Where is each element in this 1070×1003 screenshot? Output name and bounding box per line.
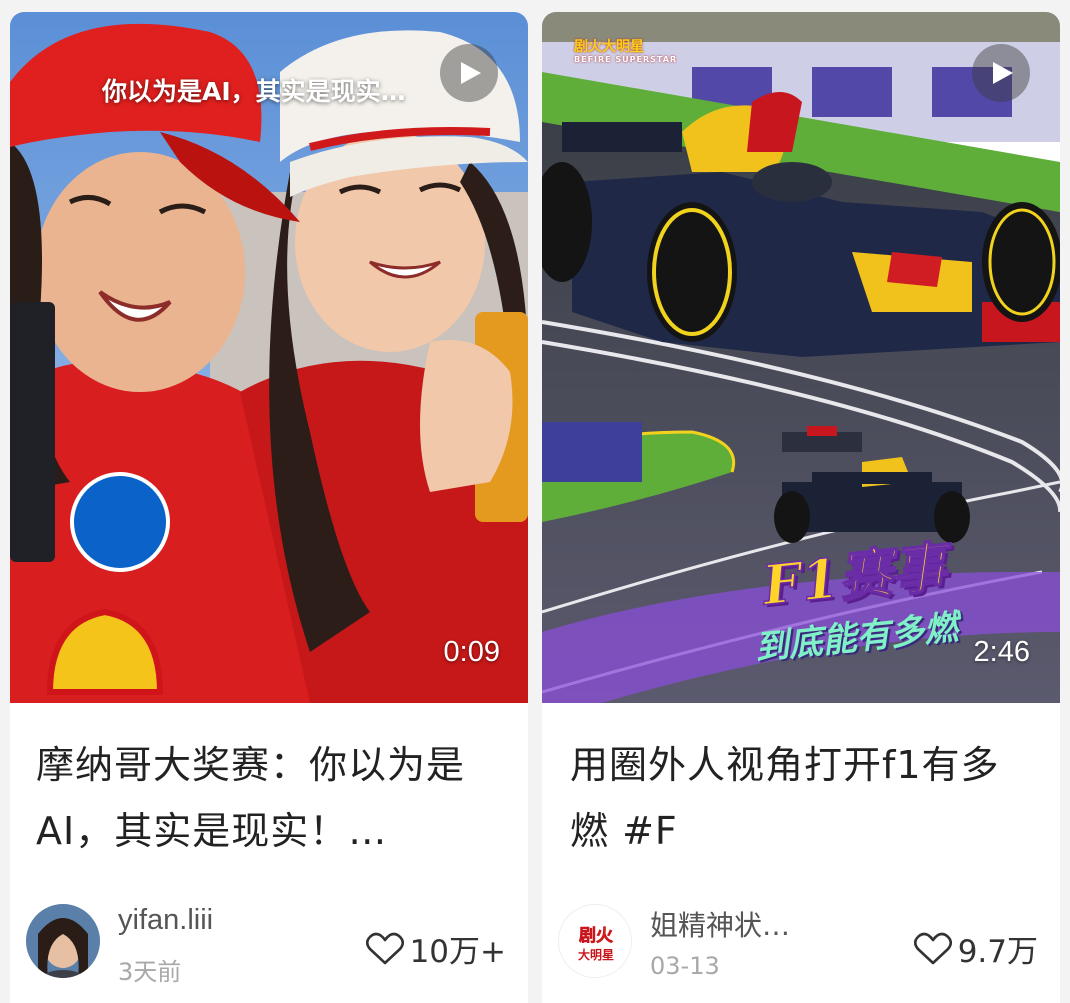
heart-outline-icon — [365, 932, 404, 964]
video-feed-grid: 你以为是AI，其实是现实… 0:09 摩纳哥大奖赛：你以为是AI，其实是现实！…… — [0, 0, 1070, 1003]
post-date: 3天前 — [118, 958, 182, 986]
video-duration: 0:09 — [443, 636, 500, 668]
play-button[interactable] — [440, 44, 498, 102]
play-icon — [993, 62, 1013, 84]
channel-watermark: 剧火大明星 BEFIRE SUPERSTAR — [574, 39, 678, 64]
avatar[interactable]: 剧火 大明星 — [558, 904, 632, 978]
svg-text:剧火: 剧火 — [579, 926, 614, 946]
svg-text:大明星: 大明星 — [578, 947, 614, 962]
like-button[interactable]: 9.7万 — [913, 926, 1038, 971]
thumbnail-overlay-caption: 你以为是AI，其实是现实… — [102, 77, 406, 106]
video-meta: 剧火 大明星 姐精神状… 03-13 9.7万 — [558, 900, 1038, 984]
like-button[interactable]: 10万+ — [365, 926, 506, 971]
heart-outline-icon — [913, 932, 952, 964]
avatar-image: 剧火 大明星 — [560, 906, 631, 977]
play-button[interactable] — [972, 44, 1030, 102]
video-meta: yifan.liii 3天前 10万+ — [26, 900, 506, 986]
video-title[interactable]: 用圈外人视角打开f1有多燃 #F — [570, 732, 1034, 864]
avatar-image — [26, 904, 100, 978]
video-card[interactable]: 你以为是AI，其实是现实… 0:09 摩纳哥大奖赛：你以为是AI，其实是现实！…… — [10, 12, 528, 1003]
like-count: 9.7万 — [957, 934, 1038, 970]
video-title[interactable]: 摩纳哥大奖赛：你以为是AI，其实是现实！… — [36, 732, 502, 864]
play-icon — [461, 62, 481, 84]
like-count: 10万+ — [409, 934, 506, 970]
video-thumbnail[interactable]: 剧火大明星 BEFIRE SUPERSTAR F1赛事 到底能有多燃 2:46 — [542, 12, 1060, 703]
author-name[interactable]: 姐精神状… — [650, 904, 790, 944]
thumbnail-image-fans — [10, 12, 528, 703]
video-card[interactable]: 剧火大明星 BEFIRE SUPERSTAR F1赛事 到底能有多燃 2:46 … — [542, 12, 1060, 1003]
video-thumbnail[interactable]: 你以为是AI，其实是现实… 0:09 — [10, 12, 528, 703]
author-name[interactable]: yifan.liii — [118, 904, 213, 937]
video-duration: 2:46 — [973, 636, 1030, 668]
avatar[interactable] — [26, 904, 100, 978]
post-date: 03-13 — [650, 952, 720, 980]
